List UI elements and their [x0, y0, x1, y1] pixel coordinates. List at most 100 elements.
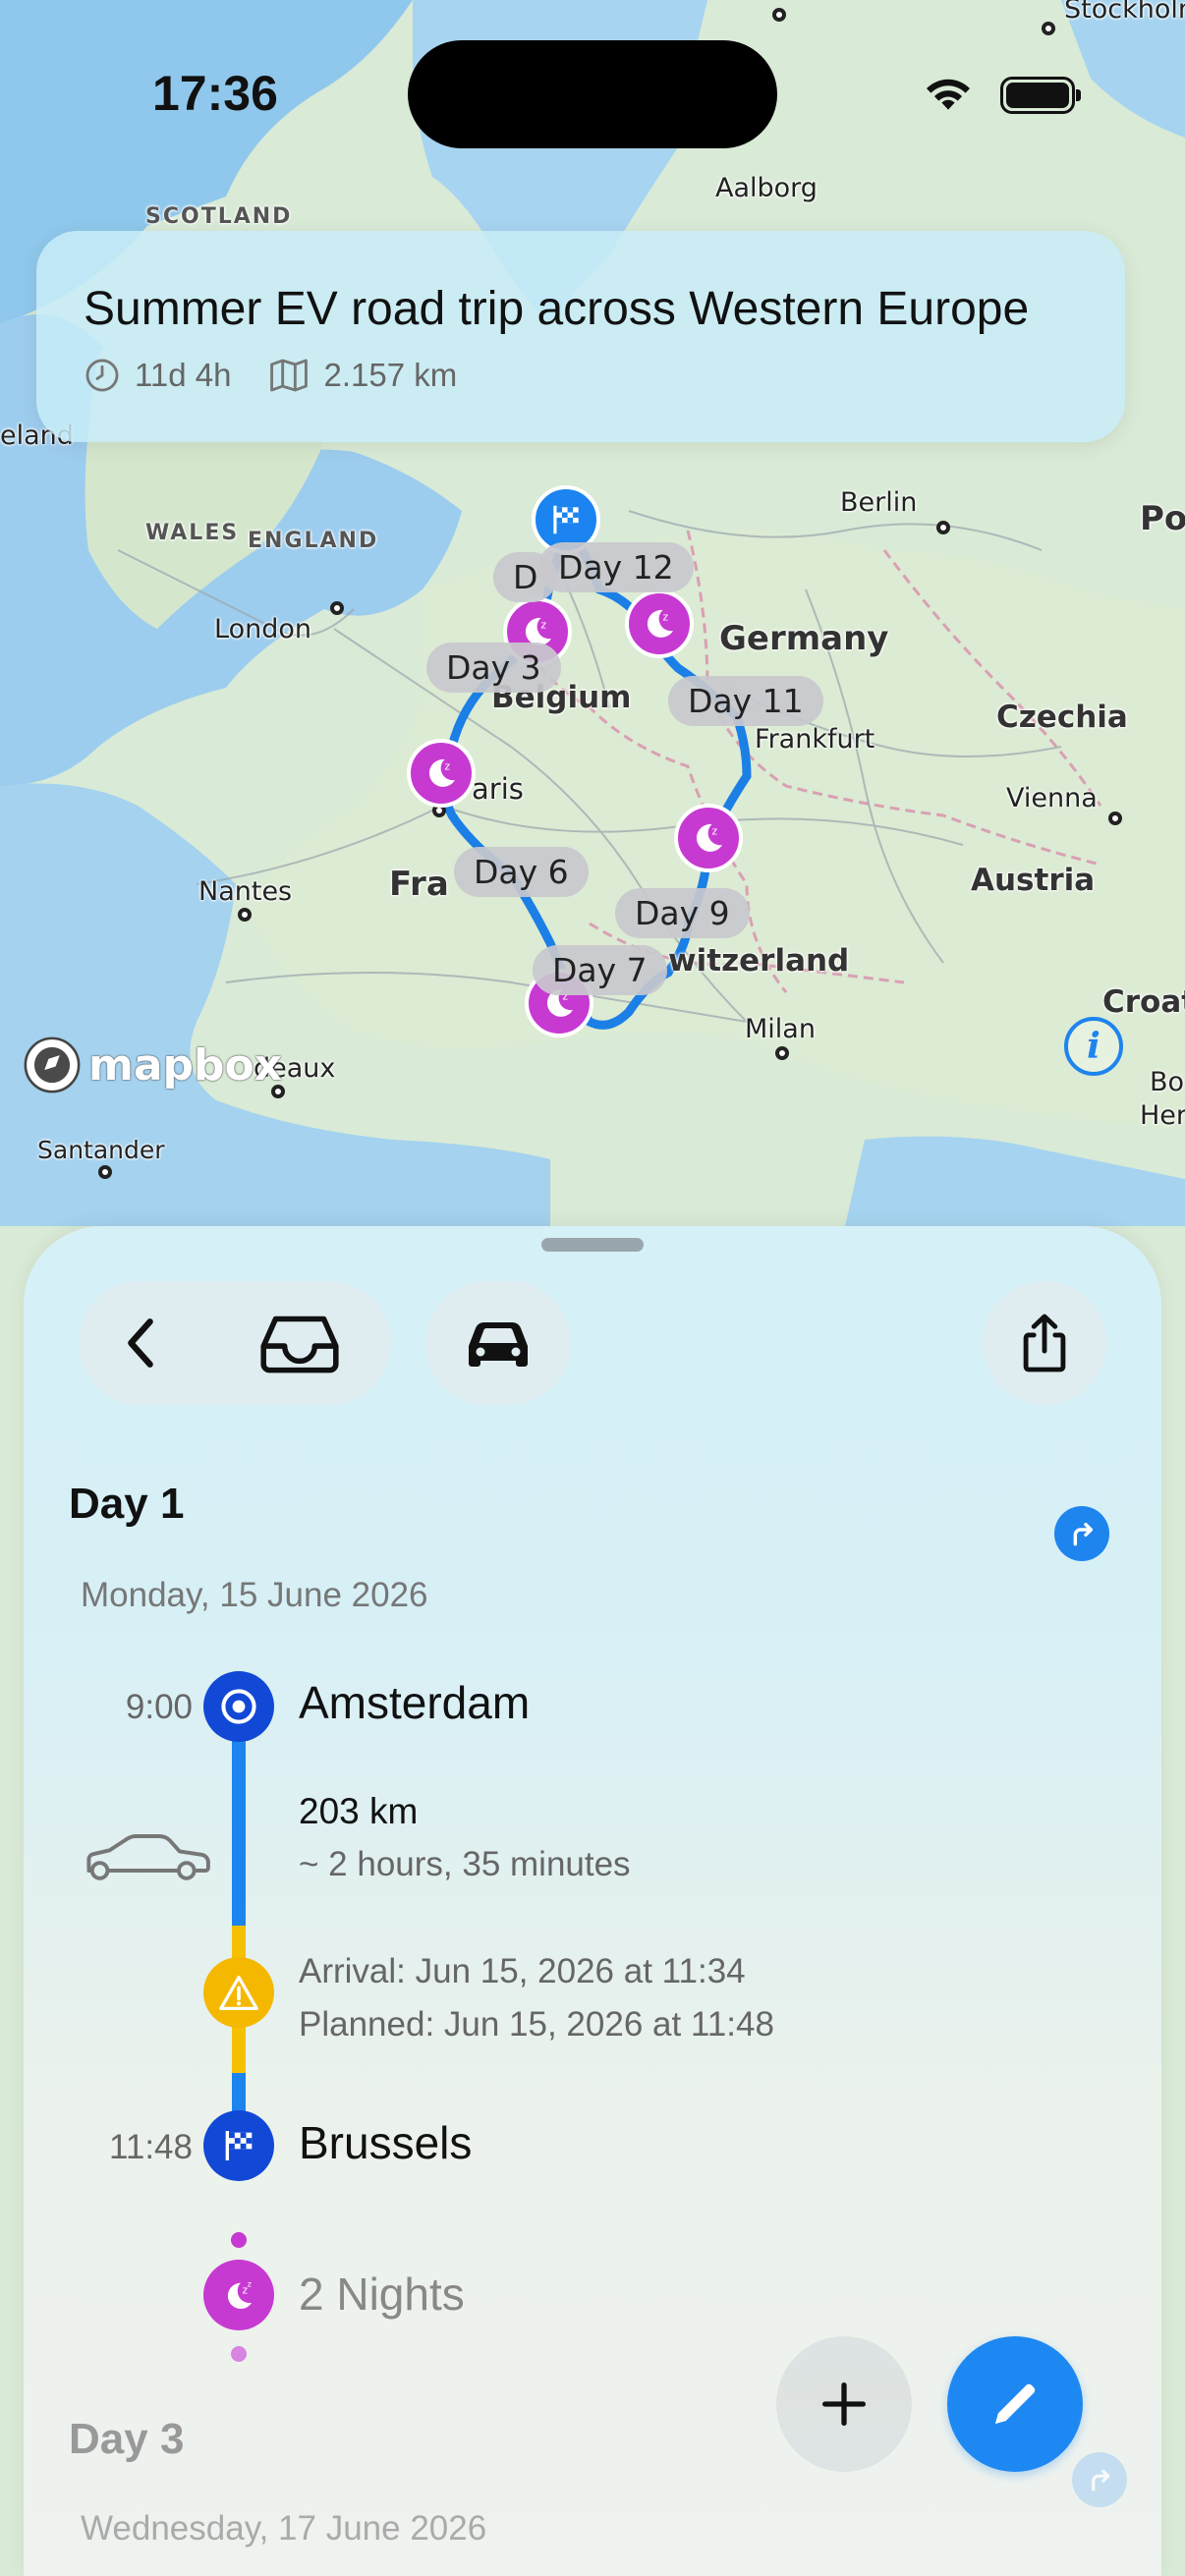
map-label-france: Fra [389, 865, 449, 904]
overnight-stay[interactable]: 2 Nights [299, 2268, 465, 2321]
trip-distance: 2.157 km [323, 357, 458, 393]
svg-text:z: z [248, 2279, 252, 2288]
status-bar: 17:36 [0, 0, 1185, 196]
city-dot-london [330, 601, 344, 615]
map-label-austria: Austria [971, 863, 1096, 898]
city-dot-nantes [238, 908, 252, 922]
map-pin-overnight[interactable]: z [674, 804, 743, 872]
checkered-flag-icon [225, 2131, 253, 2160]
timeline-segment-warning [232, 2024, 246, 2073]
trip-summary-card[interactable]: Summer EV road trip across Western Europ… [36, 231, 1125, 442]
leg-duration: ~ 2 hours, 35 minutes [299, 1845, 631, 1883]
end-node [203, 2110, 274, 2181]
mapbox-logo-icon [24, 1036, 81, 1093]
map-label-frankfurt: Frankfurt [755, 724, 875, 755]
turn-right-arrow-icon [1092, 2469, 1110, 2492]
start-location[interactable]: Amsterdam [299, 1676, 530, 1729]
map-day-tag-7[interactable]: Day 7 [533, 945, 667, 995]
mapbox-attribution[interactable]: mapbox [22, 1035, 282, 1095]
day-date: Wednesday, 17 June 2026 [81, 2509, 487, 2548]
day-date: Monday, 15 June 2026 [81, 1576, 428, 1614]
map-pin-overnight[interactable]: z [407, 739, 476, 808]
map-label-bo: Bo [1150, 1067, 1185, 1097]
day-title: Day 3 [69, 2415, 185, 2463]
mapbox-wordmark: mapbox [88, 1039, 283, 1091]
end-location[interactable]: Brussels [299, 2116, 472, 2169]
moon-zzz-icon: z [647, 609, 673, 638]
trip-title: Summer EV road trip across Western Europ… [84, 283, 1030, 335]
map-label-wales: WALES [145, 521, 240, 545]
map-label-london: London [214, 614, 311, 644]
map-day-tag-6[interactable]: Day 6 [454, 847, 589, 897]
map-label-czechia: Czechia [996, 700, 1128, 735]
map-label-vienna: Vienna [1006, 783, 1098, 813]
arrival-time: Arrival: Jun 15, 2026 at 11:34 [299, 1952, 746, 1990]
moon-zzz-icon: z [428, 758, 455, 787]
itinerary-sheet[interactable]: Day 1 Monday, 15 June 2026 9:00 Amsterda… [24, 1226, 1161, 2576]
chevron-left-icon [128, 1318, 153, 1368]
moon-zzz-icon: zz [227, 2279, 253, 2309]
map-label-switzerland: witzerland [668, 943, 850, 979]
map-pin-overnight[interactable]: z [625, 589, 694, 658]
start-time: 9:00 [125, 1688, 193, 1726]
plus-icon [822, 2382, 866, 2426]
map-day-tag-3[interactable]: Day 3 [426, 643, 561, 693]
share-icon [1023, 1314, 1066, 1372]
map-info-button[interactable]: i [1064, 1017, 1123, 1076]
clock-icon [85, 359, 119, 392]
overnight-dot [231, 2346, 247, 2362]
svg-text:z: z [712, 826, 718, 838]
map-label-paris: aris [472, 772, 524, 806]
leg-distance: 203 km [299, 1791, 419, 1831]
inbox-button[interactable] [226, 1281, 373, 1405]
overnight-node: zz [203, 2260, 274, 2330]
map-label-berlin: Berlin [840, 487, 918, 518]
map-label-nantes: Nantes [198, 876, 293, 907]
edit-button[interactable] [947, 2336, 1083, 2472]
map-label-po: Po [1140, 499, 1185, 538]
city-dot-milan [775, 1046, 789, 1060]
planned-time: Planned: Jun 15, 2026 at 11:48 [299, 2005, 774, 2044]
map-day-tag-12[interactable]: Day 12 [538, 542, 694, 592]
day-title: Day 1 [69, 1480, 185, 1528]
city-dot-santander [98, 1165, 112, 1179]
status-time: 17:36 [152, 66, 278, 121]
overnight-dot [231, 2232, 247, 2248]
directions-button[interactable] [1072, 2452, 1127, 2507]
map-label-scotland: SCOTLAND [145, 204, 293, 229]
warning-triangle-icon [219, 1975, 258, 2010]
turn-right-arrow-icon [1073, 1522, 1094, 1546]
end-time: 11:48 [109, 2128, 193, 2166]
map-label-her: Her [1140, 1100, 1185, 1131]
target-icon [221, 1689, 256, 1724]
share-button[interactable] [983, 1281, 1106, 1405]
moon-zzz-icon: z [696, 823, 722, 852]
timeline-segment-drive [232, 2073, 246, 2112]
flag-icon [553, 505, 579, 534]
vehicle-button[interactable] [425, 1281, 571, 1405]
map-day-tag-11[interactable]: Day 11 [668, 676, 823, 726]
map-icon [270, 359, 309, 392]
svg-text:z: z [541, 620, 547, 632]
city-dot-berlin [936, 521, 950, 534]
info-icon: i [1087, 1026, 1100, 1067]
add-stop-button[interactable] [776, 2336, 912, 2472]
svg-text:z: z [663, 612, 669, 624]
map-day-tag-9[interactable]: Day 9 [615, 888, 750, 938]
car-icon [469, 1321, 528, 1367]
back-button[interactable] [79, 1281, 202, 1405]
car-outline-icon [86, 1834, 210, 1880]
directions-button[interactable] [1054, 1506, 1109, 1561]
sheet-grabber[interactable] [541, 1238, 644, 1252]
map-label-milan: Milan [745, 1014, 816, 1044]
warning-node [203, 1957, 274, 2028]
toolbar-group [79, 1281, 391, 1405]
pencil-icon [995, 2383, 1036, 2424]
dynamic-island [408, 40, 777, 148]
timeline-segment-drive [232, 1727, 246, 1926]
map-label-santander: Santander [37, 1136, 165, 1164]
map-label-croat: Croat [1102, 984, 1185, 1020]
trip-duration: 11d 4h [135, 357, 232, 393]
wifi-icon [927, 79, 970, 110]
start-node [203, 1671, 274, 1742]
